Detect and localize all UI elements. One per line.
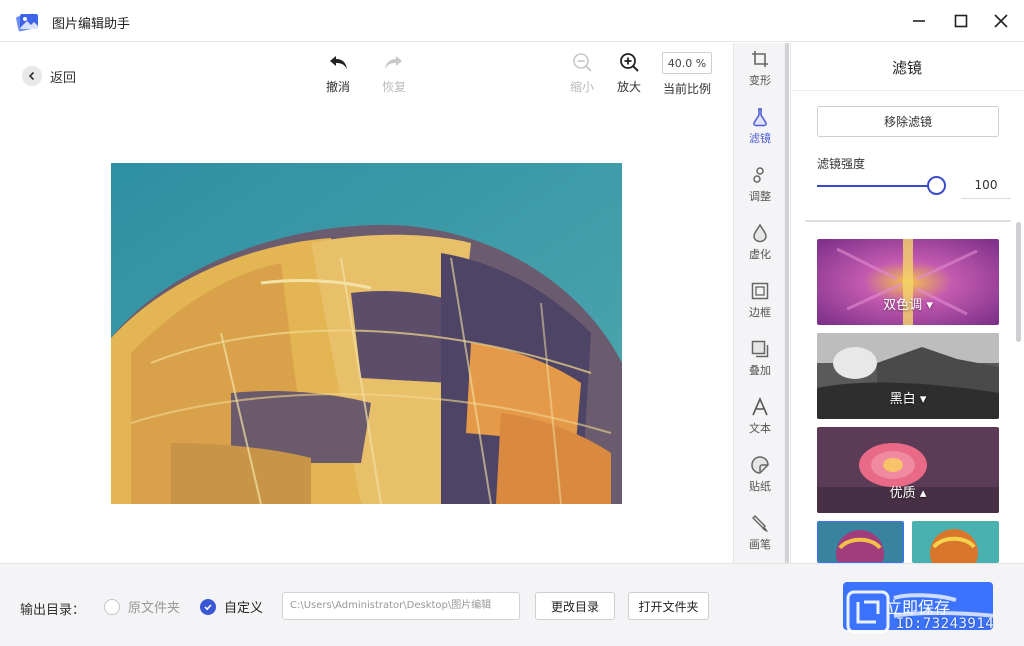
tool-transform-label: 变形 bbox=[749, 74, 771, 87]
tool-text-label: 文本 bbox=[749, 422, 771, 435]
zoom-in-button[interactable]: 放大 bbox=[617, 51, 641, 95]
brush-icon bbox=[752, 515, 768, 532]
drop-icon bbox=[753, 223, 767, 243]
zoom-ratio: 40.0 % 当前比例 bbox=[662, 52, 712, 97]
tool-blur[interactable]: 虚化 bbox=[734, 223, 786, 262]
radio-custom-label: 自定义 bbox=[224, 601, 264, 616]
strength-label: 滤镜强度 bbox=[817, 157, 866, 171]
filter-preset-1[interactable] bbox=[817, 521, 904, 563]
edited-photo[interactable] bbox=[111, 163, 622, 504]
tool-text[interactable]: 文本 bbox=[734, 397, 786, 436]
title-bar: 图片编辑助手 bbox=[0, 0, 1024, 42]
strength-slider-thumb[interactable] bbox=[927, 176, 946, 195]
back-button[interactable]: 返回 bbox=[22, 66, 76, 86]
tool-adjust[interactable]: 调整 bbox=[734, 165, 786, 204]
preset-2-thumbnail bbox=[912, 521, 999, 563]
zoom-ratio-label: 当前比例 bbox=[662, 82, 711, 96]
tool-adjust-label: 调整 bbox=[749, 190, 771, 203]
redo-label: 恢复 bbox=[382, 80, 407, 94]
tool-transform[interactable]: 变形 bbox=[734, 49, 786, 88]
back-label: 返回 bbox=[50, 70, 77, 86]
back-arrow-icon bbox=[22, 66, 42, 86]
sticker-icon bbox=[751, 456, 769, 474]
tool-strip: 变形 滤镜 调整 虚化 边框 叠加 文本 贴纸 画笔 bbox=[733, 43, 785, 563]
tool-frame-label: 边框 bbox=[749, 306, 771, 319]
radio-original-folder[interactable]: 原文件夹 bbox=[104, 597, 180, 616]
zoom-in-label: 放大 bbox=[617, 80, 642, 94]
open-folder-button[interactable]: 打开文件夹 bbox=[628, 592, 709, 620]
redo-button[interactable]: 恢复 bbox=[382, 51, 406, 95]
filter-duotone-label: 双色调 ▾ bbox=[883, 298, 933, 313]
text-icon bbox=[752, 397, 768, 416]
tool-filter-label: 滤镜 bbox=[749, 132, 771, 145]
output-path-input[interactable]: C:\Users\Administrator\Desktop\图片编辑 bbox=[282, 592, 520, 620]
filter-preset-2[interactable] bbox=[912, 521, 999, 563]
close-icon bbox=[994, 14, 1008, 28]
minimize-button[interactable] bbox=[908, 10, 930, 32]
adjust-icon bbox=[753, 167, 764, 183]
chevron-down-icon: ▾ bbox=[926, 298, 933, 313]
panel-divider bbox=[805, 220, 1011, 222]
remove-filter-button[interactable]: 移除滤镜 bbox=[817, 106, 999, 137]
undo-button[interactable]: 撤消 bbox=[326, 51, 350, 95]
filter-black-white[interactable]: 黑白 ▾ bbox=[817, 333, 999, 419]
radio-custom[interactable]: 自定义 bbox=[200, 597, 263, 616]
frame-icon bbox=[751, 282, 769, 300]
tool-overlay-label: 叠加 bbox=[749, 364, 771, 377]
overlay-icon bbox=[751, 340, 769, 358]
filter-duotone[interactable]: 双色调 ▾ bbox=[817, 239, 999, 325]
tool-filter[interactable]: 滤镜 bbox=[734, 107, 786, 146]
app-logo-icon bbox=[16, 13, 38, 32]
zoom-in-icon bbox=[620, 53, 639, 72]
zoom-out-button[interactable]: 缩小 bbox=[570, 51, 594, 95]
preset-1-thumbnail bbox=[818, 522, 903, 562]
strength-value-input[interactable]: 100 bbox=[961, 172, 1011, 199]
zoom-out-icon bbox=[573, 53, 592, 72]
tool-sticker-label: 贴纸 bbox=[749, 480, 771, 493]
radio-original-label: 原文件夹 bbox=[128, 601, 181, 616]
chevron-down-icon: ▾ bbox=[919, 392, 927, 407]
filter-panel: 滤镜 移除滤镜 滤镜强度 100 双色调 ▾ 黑白 ▾ 优质 ▴ bbox=[790, 43, 1024, 563]
close-button[interactable] bbox=[990, 10, 1012, 32]
filter-premium[interactable]: 优质 ▴ bbox=[817, 427, 999, 513]
tool-frame[interactable]: 边框 bbox=[734, 281, 786, 320]
radio-unchecked-icon bbox=[104, 598, 120, 615]
zoom-out-label: 缩小 bbox=[570, 80, 595, 94]
zoom-value-input[interactable]: 40.0 % bbox=[662, 52, 712, 74]
output-dir-label: 输出目录： bbox=[20, 603, 86, 618]
flask-icon bbox=[753, 108, 767, 127]
tool-brush[interactable]: 画笔 bbox=[734, 513, 786, 552]
maximize-icon bbox=[954, 14, 968, 28]
radio-checked-icon bbox=[200, 598, 216, 615]
change-dir-button[interactable]: 更改目录 bbox=[535, 592, 615, 620]
panel-title: 滤镜 bbox=[891, 59, 922, 77]
tool-strip-scrollbar[interactable] bbox=[785, 43, 789, 563]
panel-scrollbar[interactable] bbox=[1016, 222, 1021, 342]
minimize-icon bbox=[913, 20, 925, 22]
crop-icon bbox=[752, 51, 768, 67]
canvas-area: 返回 撤消 恢复 缩小 放大 40.0 % 当前比例 bbox=[0, 43, 733, 563]
maximize-button[interactable] bbox=[950, 10, 972, 32]
strength-slider-track[interactable] bbox=[817, 185, 935, 187]
redo-icon bbox=[385, 56, 402, 69]
undo-label: 撤消 bbox=[326, 80, 351, 94]
filter-premium-label: 优质 ▴ bbox=[889, 486, 927, 501]
tool-brush-label: 画笔 bbox=[749, 538, 771, 551]
undo-icon bbox=[330, 56, 347, 69]
tool-sticker[interactable]: 贴纸 bbox=[734, 455, 786, 494]
chevron-up-icon: ▴ bbox=[919, 486, 927, 501]
filter-black-white-label: 黑白 ▾ bbox=[889, 392, 927, 407]
watermark-id: ID:73243914 bbox=[896, 616, 995, 632]
app-title: 图片编辑助手 bbox=[52, 17, 131, 32]
tool-blur-label: 虚化 bbox=[749, 248, 771, 261]
tool-overlay[interactable]: 叠加 bbox=[734, 339, 786, 378]
panel-header-divider bbox=[791, 90, 1024, 91]
